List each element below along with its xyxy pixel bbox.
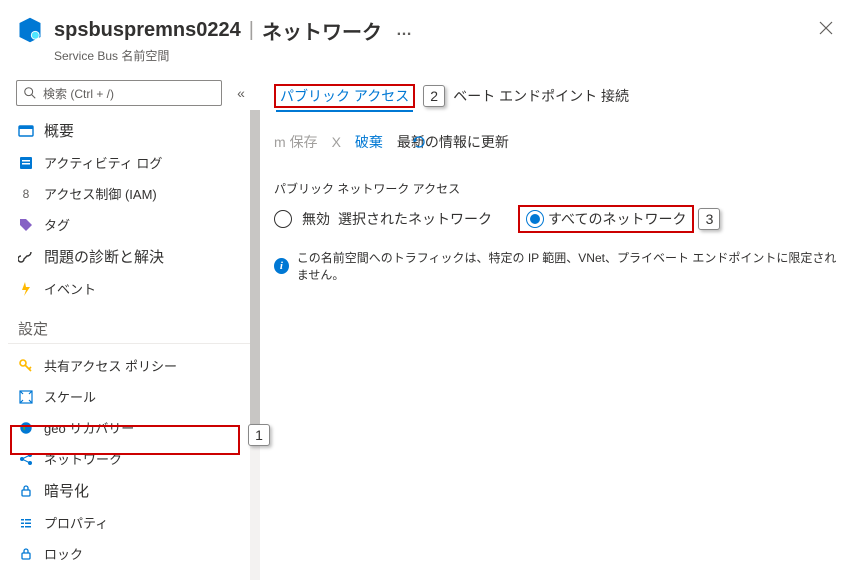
radio-all-networks[interactable] bbox=[526, 210, 544, 228]
public-network-radio-group: 無効 選択されたネットワーク すべてのネットワーク 3 bbox=[274, 205, 838, 233]
resource-name: spsbuspremns0224 bbox=[54, 19, 241, 42]
refresh-button[interactable]: 最新の情報に更新 bbox=[397, 132, 509, 152]
tab-bar: パブリック アクセス 2 ベート エンドポイント 接続 bbox=[274, 80, 838, 112]
title-separator: | bbox=[249, 19, 254, 42]
lock-list-icon bbox=[18, 546, 34, 562]
radio-all-label: すべてのネットワーク bbox=[548, 209, 686, 229]
sidebar-item-scale[interactable]: スケール bbox=[8, 381, 258, 412]
scale-icon bbox=[18, 389, 34, 405]
overview-icon bbox=[18, 123, 34, 139]
callout-2: 2 bbox=[423, 85, 445, 107]
sidebar-item-label: イベント bbox=[44, 279, 96, 298]
sidebar-item-label: 共有アクセス ポリシー bbox=[44, 356, 177, 375]
sidebar-item-tags[interactable]: タグ bbox=[8, 209, 258, 240]
discard-button[interactable]: 破棄 bbox=[355, 132, 383, 152]
callout-1: 1 bbox=[248, 424, 270, 446]
info-icon: i bbox=[274, 258, 289, 274]
sidebar-item-geo[interactable]: geo リカバリー bbox=[8, 412, 258, 443]
sidebar-item-label: ネットワーク bbox=[44, 449, 122, 468]
sidebar-item-shared-access[interactable]: 共有アクセス ポリシー bbox=[8, 350, 258, 381]
sidebar-item-label: geo リカバリー bbox=[44, 418, 134, 437]
sidebar-item-label: 問題の診断と解決 bbox=[44, 246, 164, 267]
more-button[interactable]: … bbox=[396, 22, 412, 40]
sidebar-item-locks[interactable]: ロック bbox=[8, 538, 258, 569]
search-input[interactable]: 検索 (Ctrl + /) bbox=[16, 80, 222, 106]
main-content: パブリック アクセス 2 ベート エンドポイント 接続 m 保存 X 破棄 最新… bbox=[258, 72, 854, 569]
close-button[interactable] bbox=[814, 16, 838, 40]
public-network-access-label: パブリック ネットワーク アクセス bbox=[274, 180, 838, 197]
servicebus-icon bbox=[16, 16, 44, 44]
events-icon bbox=[18, 281, 34, 297]
sidebar: 検索 (Ctrl + /) « 概要 アクティビティ ログ 8 アクセス制御 (… bbox=[0, 72, 258, 569]
command-bar: m 保存 X 破棄 最新の情報に更新 bbox=[274, 132, 838, 152]
save-label: 保存 bbox=[290, 134, 318, 150]
info-text: この名前空間へのトラフィックは、特定の IP 範囲、VNet、プライベート エン… bbox=[297, 249, 838, 283]
sidebar-scrollbar[interactable] bbox=[250, 110, 260, 580]
radio-disabled-label: 無効 bbox=[302, 209, 330, 229]
sidebar-item-diagnose[interactable]: 問題の診断と解決 bbox=[8, 240, 258, 273]
sidebar-item-iam[interactable]: 8 アクセス制御 (IAM) bbox=[8, 178, 258, 209]
sidebar-item-events[interactable]: イベント bbox=[8, 273, 258, 304]
info-message: i この名前空間へのトラフィックは、特定の IP 範囲、VNet、プライベート … bbox=[274, 249, 838, 283]
refresh-icon bbox=[411, 134, 427, 150]
sidebar-item-network[interactable]: ネットワーク bbox=[8, 443, 258, 474]
annotation-box-2: パブリック アクセス bbox=[274, 84, 415, 108]
sidebar-item-label: アクティビティ ログ bbox=[44, 153, 162, 172]
tab-private-endpoint[interactable]: ベート エンドポイント 接続 bbox=[449, 80, 633, 112]
sidebar-section-settings: 設定 bbox=[8, 304, 250, 344]
sidebar-item-label: 暗号化 bbox=[44, 480, 89, 501]
tag-icon bbox=[18, 217, 34, 233]
page-name: ネットワーク bbox=[262, 16, 382, 45]
sidebar-item-overview[interactable]: 概要 bbox=[8, 114, 258, 147]
search-icon bbox=[23, 86, 37, 100]
sidebar-item-label: スケール bbox=[44, 387, 96, 406]
collapse-sidebar-button[interactable]: « bbox=[232, 84, 250, 102]
search-placeholder: 検索 (Ctrl + /) bbox=[43, 85, 114, 102]
iam-icon: 8 bbox=[18, 186, 34, 202]
sidebar-item-label: 概要 bbox=[44, 120, 74, 141]
save-icon: m bbox=[274, 134, 286, 150]
sidebar-item-properties[interactable]: プロパティ bbox=[8, 507, 258, 538]
sidebar-item-label: タグ bbox=[44, 215, 70, 234]
sidebar-item-encryption[interactable]: 暗号化 bbox=[8, 474, 258, 507]
sidebar-item-label: プロパティ bbox=[44, 513, 108, 532]
sidebar-item-label: ロック bbox=[44, 544, 83, 563]
discard-x-icon: X bbox=[332, 134, 341, 150]
lock-icon bbox=[18, 483, 34, 499]
properties-icon bbox=[18, 515, 34, 531]
callout-3: 3 bbox=[698, 208, 720, 230]
activity-log-icon bbox=[18, 155, 34, 171]
diagnose-icon bbox=[18, 249, 34, 265]
globe-icon bbox=[18, 420, 34, 436]
save-button[interactable]: m 保存 bbox=[274, 132, 318, 152]
radio-disabled[interactable] bbox=[274, 210, 292, 228]
resource-type-label: Service Bus 名前空間 bbox=[54, 47, 814, 64]
tab-public-access[interactable]: パブリック アクセス bbox=[276, 82, 413, 112]
sidebar-item-activity[interactable]: アクティビティ ログ bbox=[8, 147, 258, 178]
network-icon bbox=[18, 451, 34, 467]
page-header: spsbuspremns0224 | ネットワーク … Service Bus … bbox=[0, 0, 854, 72]
annotation-box-3: すべてのネットワーク bbox=[518, 205, 694, 233]
sidebar-item-label: アクセス制御 (IAM) bbox=[44, 184, 157, 203]
key-icon bbox=[18, 358, 34, 374]
page-title: spsbuspremns0224 | ネットワーク … bbox=[54, 16, 814, 45]
radio-selected-label: 選択されたネットワーク bbox=[338, 209, 492, 229]
